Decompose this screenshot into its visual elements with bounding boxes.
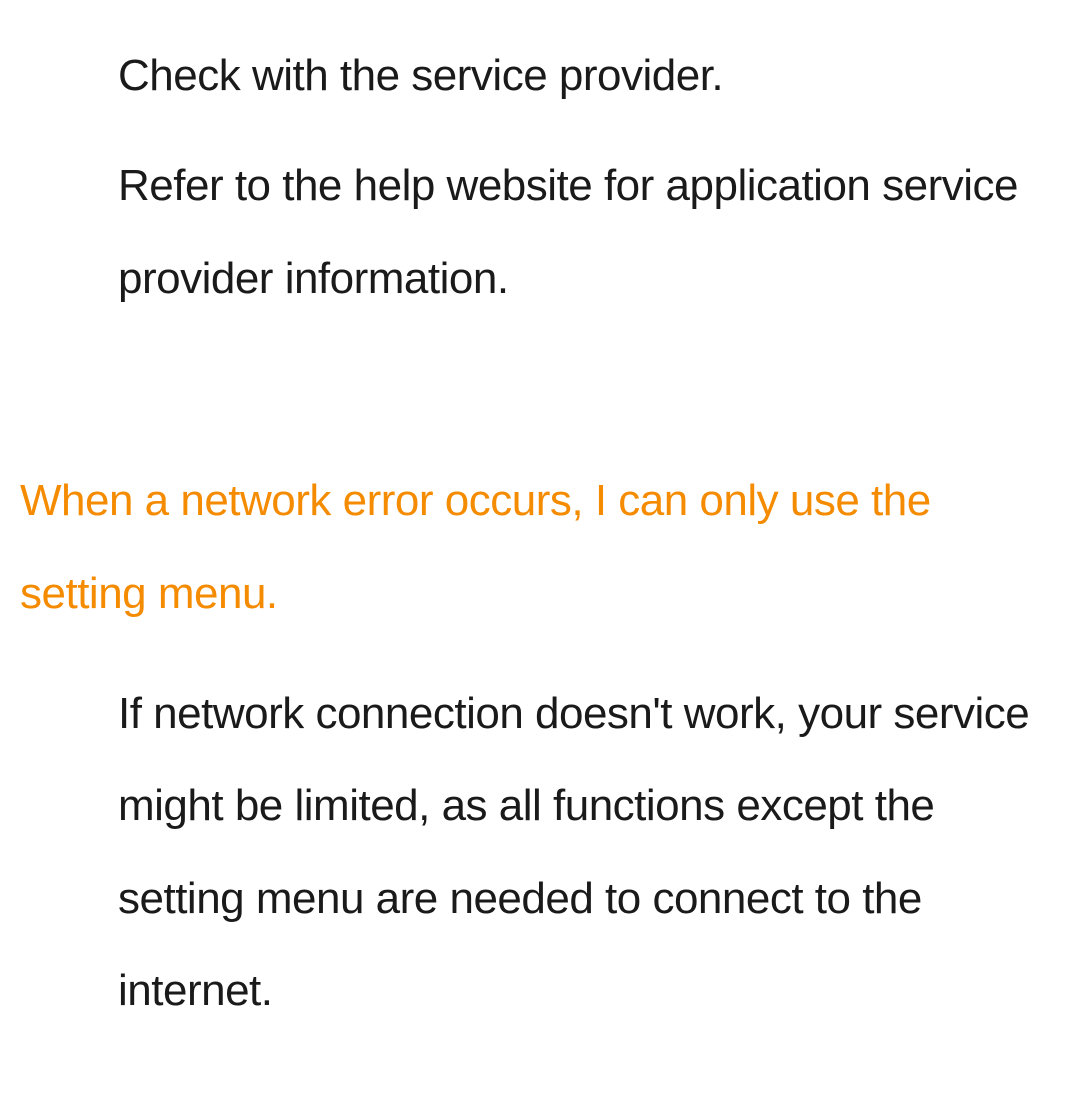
faq-body: If network connection doesn't work, your… xyxy=(118,668,1062,1038)
intro-text-line1: Check with the service provider. xyxy=(118,30,1062,122)
intro-text-line2: Refer to the help website for applicatio… xyxy=(118,140,1062,325)
faq-heading: When a network error occurs, I can only … xyxy=(20,455,1062,640)
